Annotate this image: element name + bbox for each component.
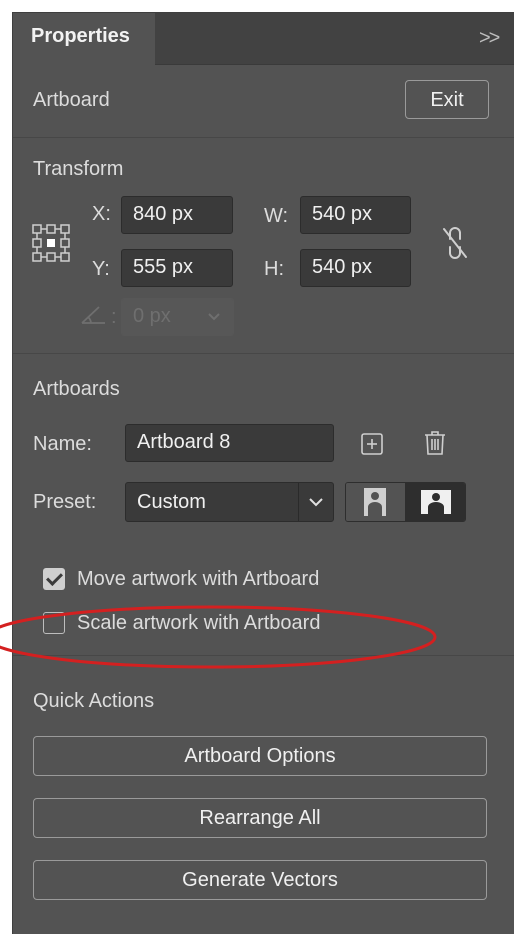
rotate-angle-icon bbox=[81, 306, 105, 324]
trash-icon[interactable] bbox=[423, 430, 447, 456]
divider bbox=[13, 137, 514, 138]
orientation-toggle bbox=[345, 482, 466, 522]
rotate-angle-value: 0 px bbox=[133, 305, 171, 327]
w-label: W: bbox=[264, 205, 289, 227]
portrait-icon bbox=[364, 488, 386, 516]
artboard-name-field[interactable]: Artboard 8 bbox=[125, 424, 334, 462]
generate-vectors-button[interactable]: Generate Vectors bbox=[33, 860, 487, 900]
width-field[interactable]: 540 px bbox=[300, 196, 411, 234]
artboard-title: Artboard bbox=[33, 89, 110, 111]
x-field[interactable]: 840 px bbox=[121, 196, 233, 234]
angle-label: : bbox=[111, 306, 117, 328]
quick-actions-heading: Quick Actions bbox=[33, 690, 155, 712]
chevron-down-icon bbox=[309, 498, 323, 507]
x-label: X: bbox=[92, 203, 111, 225]
properties-panel: Properties >> Artboard Exit Transform X:… bbox=[0, 12, 514, 934]
tab-properties[interactable]: Properties bbox=[13, 13, 155, 66]
move-artwork-label: Move artwork with Artboard bbox=[77, 568, 320, 590]
name-label: Name: bbox=[33, 433, 92, 455]
new-artboard-icon[interactable] bbox=[360, 432, 384, 456]
preset-label: Preset: bbox=[33, 491, 97, 513]
landscape-icon bbox=[421, 490, 451, 514]
portrait-orientation-button[interactable] bbox=[346, 483, 406, 521]
reference-point-icon[interactable] bbox=[31, 223, 71, 263]
scale-artwork-label: Scale artwork with Artboard bbox=[77, 612, 321, 634]
rearrange-all-button[interactable]: Rearrange All bbox=[33, 798, 487, 838]
divider bbox=[13, 353, 514, 354]
dropdown-separator bbox=[298, 483, 299, 521]
chevron-down-icon bbox=[208, 313, 220, 321]
collapse-panel-icon[interactable]: >> bbox=[479, 27, 500, 50]
constrain-proportions-icon[interactable] bbox=[441, 225, 469, 261]
preset-dropdown[interactable]: Custom bbox=[125, 482, 334, 522]
exit-button[interactable]: Exit bbox=[405, 80, 489, 119]
transform-heading: Transform bbox=[33, 158, 124, 180]
artboards-heading: Artboards bbox=[33, 378, 120, 400]
h-label: H: bbox=[264, 258, 284, 280]
height-field[interactable]: 540 px bbox=[300, 249, 411, 287]
artboard-options-button[interactable]: Artboard Options bbox=[33, 736, 487, 776]
scale-artwork-checkbox[interactable] bbox=[43, 612, 65, 634]
divider bbox=[13, 655, 514, 656]
y-label: Y: bbox=[92, 258, 110, 280]
landscape-orientation-button[interactable] bbox=[406, 483, 465, 521]
y-field[interactable]: 555 px bbox=[121, 249, 233, 287]
rotate-angle-field: 0 px bbox=[121, 298, 234, 336]
preset-value: Custom bbox=[137, 491, 206, 513]
move-artwork-checkbox[interactable] bbox=[43, 568, 65, 590]
panel-tabbar: Properties >> bbox=[13, 13, 514, 66]
